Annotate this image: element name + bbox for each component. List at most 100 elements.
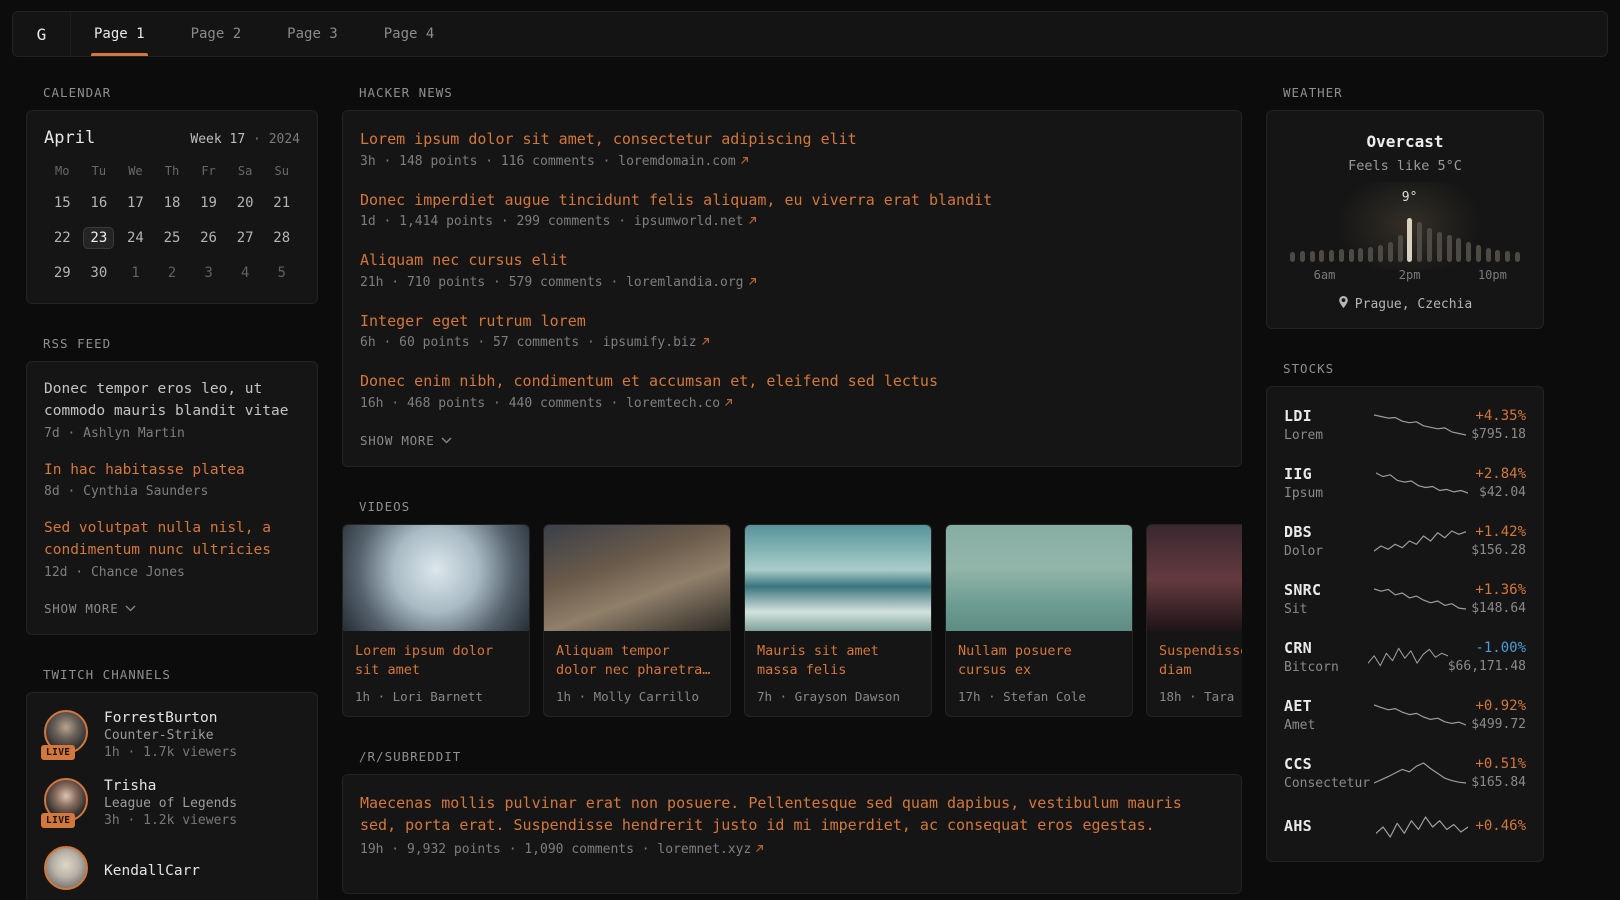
page-tabs: Page 1 Page 2 Page 3 Page 4 [71, 12, 457, 56]
video-thumbnail[interactable] [946, 525, 1132, 631]
weather-hour-bar [1427, 228, 1432, 262]
video-title[interactable]: Mauris sit amet massa felis [757, 642, 919, 682]
video-title[interactable]: Lorem ipsum dolor sit amet consectetu… [355, 642, 517, 682]
video-thumbnail[interactable] [745, 525, 931, 631]
stock-company: Ipsum [1284, 486, 1368, 501]
stock-company: Amet [1284, 718, 1368, 733]
stock-symbol: IIG [1284, 465, 1368, 483]
rss-item: In hac habitasse platea 8d · Cynthia Sau… [44, 460, 300, 500]
channel-game: League of Legends [104, 796, 237, 811]
stock-row[interactable]: DBSDolor +1.42%$156.28 [1284, 512, 1526, 570]
rss-item-title[interactable]: Sed volutpat nulla nisl, a condimentum n… [44, 518, 300, 562]
calendar-day: 30 [81, 260, 118, 286]
weather-hour-bar [1368, 247, 1373, 262]
tab-page-4[interactable]: Page 4 [361, 12, 458, 56]
rss-item-title[interactable]: Donec tempor eros leo, ut commodo mauris… [44, 379, 300, 423]
video-card[interactable]: Mauris sit amet massa felis 7h · Grayson… [744, 524, 932, 717]
channel-name[interactable]: ForrestBurton [104, 710, 237, 726]
weather-hour-bar [1447, 235, 1452, 262]
stock-row[interactable]: AETAmet +0.92%$499.72 [1284, 686, 1526, 744]
weather-hour-bar [1486, 248, 1491, 262]
weather-hour-bar [1319, 250, 1324, 262]
news-show-more-button[interactable]: SHOW MORE [360, 433, 452, 448]
stock-company: Bitcorn [1284, 660, 1368, 675]
video-title[interactable]: Nullam posuere cursus ex [958, 642, 1120, 682]
calendar-day: 23 [81, 225, 118, 251]
calendar-weekday: Th [154, 164, 191, 181]
video-card[interactable]: Suspendisse diam 18h · Tara [1146, 524, 1242, 717]
news-item-title[interactable]: Integer eget rutrum lorem [360, 310, 1224, 333]
news-item-title[interactable]: Aliquam nec cursus elit [360, 249, 1224, 272]
calendar-day: 20 [227, 190, 264, 216]
show-more-label: SHOW MORE [44, 601, 118, 616]
live-badge: LIVE [41, 813, 75, 828]
calendar-day: 24 [117, 225, 154, 251]
stock-change: +0.46% [1475, 818, 1526, 834]
video-card[interactable]: Lorem ipsum dolor sit amet consectetu… 1… [342, 524, 530, 717]
avatar: LIVE [44, 778, 90, 828]
external-link-icon[interactable] [740, 154, 749, 169]
external-link-icon[interactable] [748, 275, 757, 290]
hacker-news-widget: HACKER NEWS Lorem ipsum dolor sit amet, … [342, 85, 1242, 467]
news-item-title[interactable]: Lorem ipsum dolor sit amet, consectetur … [360, 128, 1224, 151]
video-thumbnail[interactable] [343, 525, 529, 631]
weather-hour-bar [1476, 245, 1481, 262]
video-title[interactable]: Suspendisse diam [1159, 642, 1242, 682]
stock-row[interactable]: LDILorem +4.35%$795.18 [1284, 396, 1526, 454]
rss-show-more-button[interactable]: SHOW MORE [44, 601, 136, 616]
external-link-icon[interactable] [748, 214, 757, 229]
stock-sparkline [1368, 411, 1471, 439]
news-item: Lorem ipsum dolor sit amet, consectetur … [360, 128, 1224, 169]
calendar-day: 19 [190, 190, 227, 216]
video-thumbnail[interactable] [544, 525, 730, 631]
weather-hour-bar [1388, 242, 1393, 262]
calendar-day: 26 [190, 225, 227, 251]
tab-page-2[interactable]: Page 2 [168, 12, 265, 56]
tab-page-1[interactable]: Page 1 [71, 12, 168, 56]
weather-hour-bar [1339, 249, 1344, 262]
external-link-icon[interactable] [755, 842, 764, 857]
video-thumbnail[interactable] [1147, 525, 1242, 631]
channel-name[interactable]: KendallCarr [104, 863, 200, 879]
stock-row[interactable]: CCSConsectetur +0.51%$165.84 [1284, 744, 1526, 802]
calendar-day: 3 [190, 260, 227, 286]
rss-item: Donec tempor eros leo, ut commodo mauris… [44, 379, 300, 441]
external-link-icon[interactable] [724, 396, 733, 411]
video-meta: 7h · Grayson Dawson [757, 689, 919, 704]
news-item-title[interactable]: Donec imperdiet augue tincidunt felis al… [360, 189, 1224, 212]
twitch-channel[interactable]: KendallCarr [44, 846, 300, 896]
weather-hour-bar [1437, 232, 1442, 262]
rss-item-meta: 7d · Ashlyn Martin [44, 426, 300, 441]
video-card[interactable]: Nullam posuere cursus ex 17h · Stefan Co… [945, 524, 1133, 717]
tab-page-3[interactable]: Page 3 [264, 12, 361, 56]
weather-hourly-chart: 9° 6am2pm10pm [1290, 190, 1520, 282]
reddit-post-title[interactable]: Maecenas mollis pulvinar erat non posuer… [360, 792, 1224, 837]
rss-item-meta: 8d · Cynthia Saunders [44, 484, 300, 499]
channel-name[interactable]: Trisha [104, 778, 237, 794]
video-card[interactable]: Aliquam tempor dolor nec pharetra… 1h · … [543, 524, 731, 717]
stock-row[interactable]: IIGIpsum +2.84%$42.04 [1284, 454, 1526, 512]
weather-hour-bar [1505, 251, 1510, 262]
news-item-title[interactable]: Donec enim nibh, condimentum et accumsan… [360, 370, 1224, 393]
section-title-twitch: TWITCH CHANNELS [43, 667, 318, 682]
stock-row[interactable]: CRNBitcorn -1.00%$66,171.48 [1284, 628, 1526, 686]
twitch-channel[interactable]: LIVE Trisha League of Legends 3h · 1.2k … [44, 778, 300, 828]
stock-row[interactable]: SNRCSit +1.36%$148.64 [1284, 570, 1526, 628]
app-logo[interactable]: G [13, 12, 71, 56]
external-link-icon[interactable] [701, 335, 710, 350]
stock-symbol: AHS [1284, 817, 1368, 835]
stock-row[interactable]: AHS +0.46% [1284, 802, 1526, 852]
stock-price: $156.28 [1471, 543, 1526, 558]
dashboard: CALENDAR April Week 17 · 2024 MoTuWeThFr… [0, 57, 1620, 900]
video-title[interactable]: Aliquam tempor dolor nec pharetra… [556, 642, 718, 682]
stock-symbol: CCS [1284, 755, 1368, 773]
weather-hour-bar [1417, 222, 1422, 262]
stock-symbol: DBS [1284, 523, 1368, 541]
rss-item-title[interactable]: In hac habitasse platea [44, 460, 300, 482]
weather-hour-bar [1456, 238, 1461, 262]
stock-change: +1.36% [1471, 582, 1526, 598]
stock-change: -1.00% [1448, 640, 1526, 656]
twitch-channel[interactable]: LIVE ForrestBurton Counter-Strike 1h · 1… [44, 710, 300, 760]
calendar-day: 4 [227, 260, 264, 286]
stock-symbol: LDI [1284, 407, 1368, 425]
